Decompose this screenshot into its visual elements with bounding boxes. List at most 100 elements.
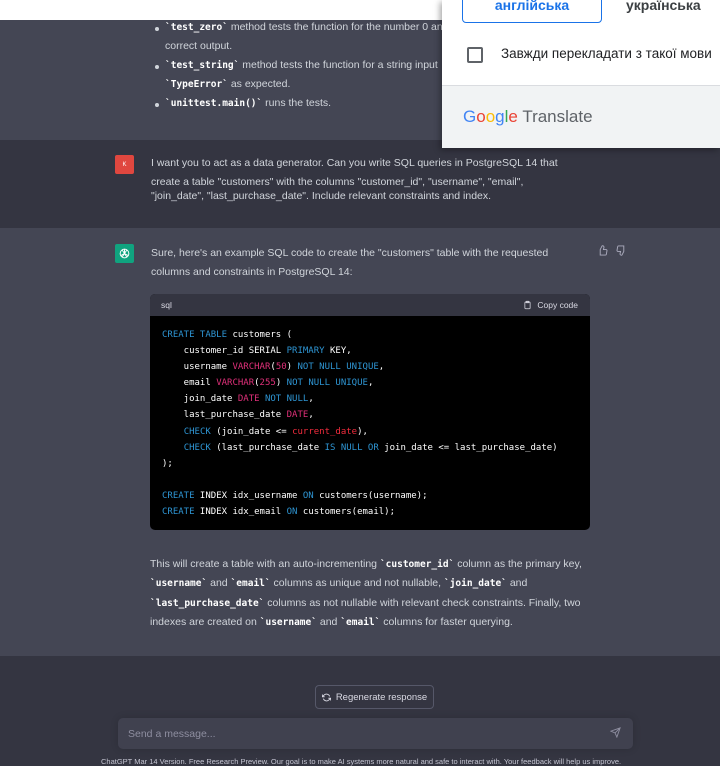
code-token: ON [302, 490, 314, 501]
previous-message-line: `unittest.main()` runs the tests. [165, 97, 331, 109]
code-line: CREATE INDEX idx_email ON customers(emai… [162, 504, 578, 520]
code-token: CREATE TABLE [162, 330, 228, 340]
code-token: IS NULL OR [324, 442, 379, 453]
text-run: indexes are created on [150, 616, 260, 628]
code-token: DATE [286, 410, 309, 421]
user-message-line: create a table "customers" with the colu… [151, 176, 524, 188]
text-run: correct output. [165, 40, 233, 52]
inline-code: `join_date` [443, 578, 507, 589]
code-token: 50 [275, 362, 287, 373]
composer-area: Regenerate response ChatGPT Mar 14 Versi… [0, 656, 720, 766]
user-message-line: I want you to act as a data generator. C… [151, 157, 558, 169]
google-letter: g [495, 107, 505, 126]
code-token: CREATE [162, 490, 195, 501]
code-token: username [162, 362, 233, 373]
code-token: KEY, [324, 346, 352, 357]
assistant-outro-line: This will create a table with an auto-in… [150, 558, 582, 570]
thumbs-down-icon[interactable] [616, 245, 627, 259]
code-token: last_purchase_date [162, 410, 287, 421]
always-translate-label: Завжди перекладати з такої мови [501, 46, 712, 61]
code-token: , [367, 378, 374, 389]
assistant-intro-line: Sure, here's an example SQL code to crea… [151, 247, 549, 259]
code-token: CREATE [162, 507, 195, 518]
inline-code: `TypeError` [165, 79, 228, 90]
code-line: ); [162, 456, 578, 472]
code-content: CREATE TABLE customers ( customer_id SER… [150, 316, 590, 530]
code-line: username VARCHAR(50) NOT NULL UNIQUE, [162, 359, 578, 375]
inline-code: `email` [230, 578, 271, 589]
code-line: CREATE TABLE customers ( [162, 327, 578, 343]
code-line: email VARCHAR(255) NOT NULL UNIQUE, [162, 375, 578, 391]
google-letter: o [476, 107, 486, 126]
code-token: customers(email); [297, 507, 396, 518]
code-token: customers(username); [313, 490, 428, 501]
code-line: CREATE INDEX idx_username ON customers(u… [162, 488, 578, 504]
code-token: current_date [292, 426, 358, 437]
footer-disclaimer: ChatGPT Mar 14 Version. Free Research Pr… [101, 757, 622, 766]
code-token: VARCHAR [232, 362, 271, 373]
regenerate-label: Regenerate response [335, 691, 428, 703]
previous-message-line: `TypeError` as expected. [165, 78, 290, 90]
code-token: ), [357, 426, 368, 437]
code-token: ) [286, 362, 298, 373]
text-run: method tests the function for a string i… [239, 59, 438, 71]
text-run: and [207, 577, 231, 589]
google-letter: G [463, 107, 477, 126]
text-run: columns as unique and not nullable, [270, 577, 444, 589]
code-token: (last_purchase_date [210, 442, 325, 453]
inline-code: `username` [150, 578, 208, 589]
text-run: column as the primary key, [454, 558, 582, 570]
google-translate-popup: англійська українська Завжди перекладати… [442, 0, 720, 148]
code-token: 255 [259, 378, 276, 389]
code-line: CHECK (join_date <= current_date), [162, 424, 578, 440]
popup-footer: Google Translate [442, 86, 720, 148]
inline-code: `customer_id` [379, 559, 455, 570]
code-block: sql Copy code CREATE TABLE customers ( c… [150, 294, 590, 530]
inline-code: `username` [259, 617, 317, 628]
chatgpt-logo-icon [115, 244, 134, 263]
refresh-icon [321, 693, 331, 701]
always-translate-checkbox[interactable] [467, 47, 483, 63]
code-token: PRIMARY [286, 346, 325, 357]
inline-code: `test_string` [165, 60, 240, 71]
code-token: , [308, 410, 314, 421]
assistant-outro-line: `last_purchase_date` columns as not null… [150, 597, 581, 609]
text-run: runs the tests. [262, 97, 332, 109]
tab-source-language[interactable]: англійська [462, 0, 602, 23]
google-letter: e [508, 107, 518, 126]
code-token: INDEX idx_username [194, 490, 303, 501]
text-run: method tests the function for the number… [227, 21, 449, 33]
bullet-dot [155, 65, 159, 69]
assistant-message: Sure, here's an example SQL code to crea… [0, 228, 720, 656]
inline-code: `test_zero` [165, 22, 228, 33]
tab-target-language[interactable]: українська [626, 0, 720, 23]
copy-code-label: Copy code [537, 300, 578, 310]
code-token: , [378, 362, 385, 373]
copy-code-button[interactable]: Copy code [523, 300, 578, 310]
inline-code: `last_purchase_date` [150, 598, 265, 609]
thumbs-up-icon[interactable] [597, 245, 608, 259]
assistant-intro-line: columns and constraints in PostgreSQL 14… [151, 266, 353, 278]
code-line: last_purchase_date DATE, [162, 407, 578, 423]
code-token: NOT NULL [264, 394, 309, 405]
code-token: NOT NULL UNIQUE [297, 362, 379, 373]
code-token: customer_id SERIAL [162, 346, 287, 357]
translate-wordmark: Translate [522, 107, 593, 126]
regenerate-response-button[interactable]: Regenerate response [315, 685, 434, 709]
previous-message-line: `test_string` method tests the function … [165, 59, 438, 71]
previous-message-line: correct output. [165, 40, 232, 52]
code-line: CHECK (last_purchase_date IS NULL OR joi… [162, 440, 578, 456]
send-icon[interactable] [609, 727, 621, 741]
user-message-line: "join_date", "last_purchase_date". Inclu… [151, 190, 492, 202]
text-run: and [506, 577, 528, 589]
code-block-header: sql Copy code [150, 294, 590, 316]
message-input[interactable] [118, 718, 633, 749]
assistant-outro-line: `username` and `email` columns as unique… [150, 577, 527, 589]
code-token: customers ( [227, 330, 293, 340]
user-avatar: K [115, 155, 134, 174]
user-message: K I want you to act as a data generator.… [0, 140, 720, 228]
code-token: DATE [237, 394, 260, 405]
code-token: ) [275, 378, 287, 389]
